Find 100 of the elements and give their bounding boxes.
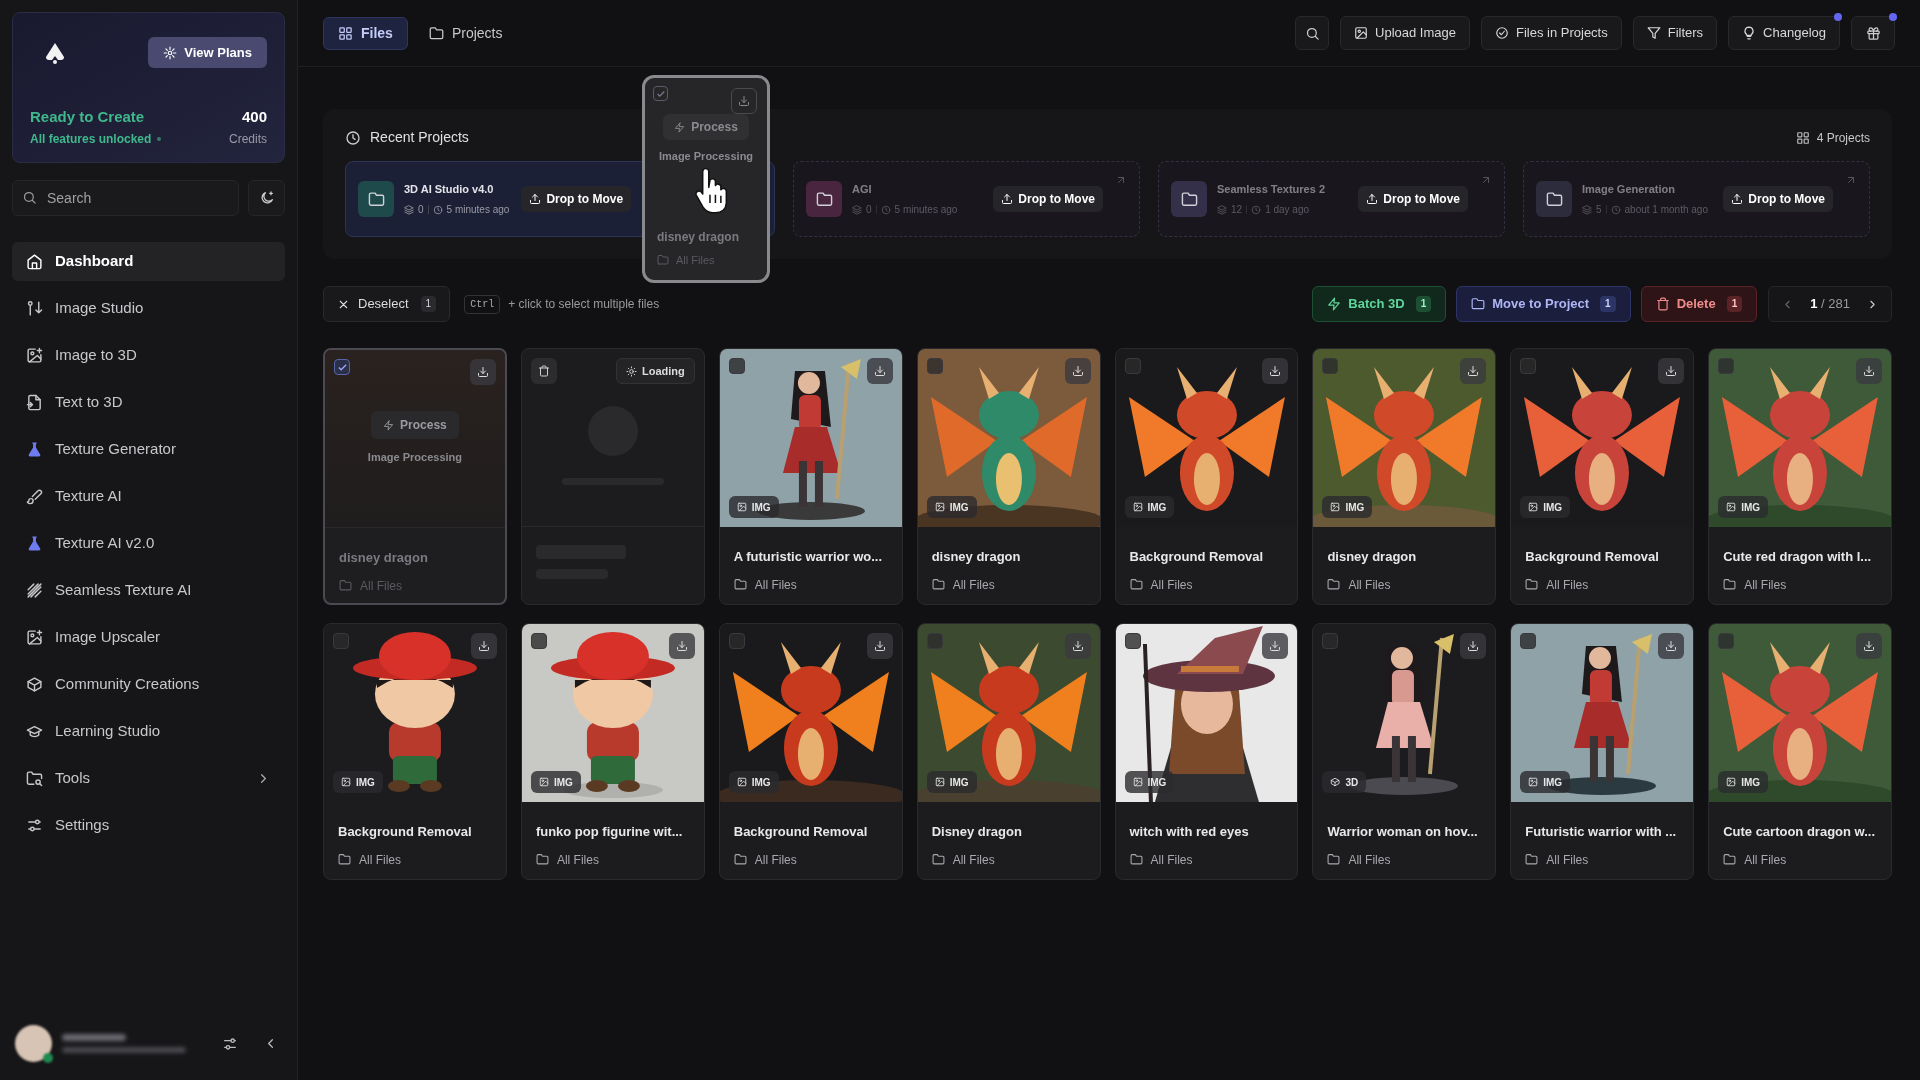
project-name: 3D AI Studio v4.0 xyxy=(404,181,495,197)
folder-icon xyxy=(733,578,747,591)
file-title: funko pop figurine wit... xyxy=(535,823,684,841)
nav-item[interactable]: Seamless Texture AI xyxy=(12,571,285,610)
download-button[interactable] xyxy=(470,633,497,659)
spinner-icon xyxy=(625,365,637,377)
nav-item[interactable]: Texture AI xyxy=(12,477,285,516)
project-card[interactable]: Seamless Textures 2 12 1 day ago Drop to Move xyxy=(1158,161,1505,237)
file-card[interactable]: IMG A futuristic warrior wo... All Files xyxy=(718,348,903,605)
nav-item[interactable]: Learning Studio xyxy=(12,712,285,751)
deselect-button[interactable]: Deselect 1 xyxy=(323,286,451,322)
image-icon xyxy=(1528,777,1539,787)
file-card[interactable]: Loading xyxy=(520,348,705,605)
file-card[interactable]: 3D Warrior woman on hov... All Files xyxy=(1312,623,1497,880)
user-avatar[interactable] xyxy=(15,1025,52,1062)
search-button[interactable] xyxy=(1295,16,1329,50)
delete-button[interactable]: Delete 1 xyxy=(1640,286,1758,322)
file-card[interactable]: IMG witch with red eyes All Files xyxy=(1114,623,1299,880)
folder-label: All Files xyxy=(360,577,402,595)
current-page: 1 xyxy=(1810,296,1818,312)
arrow-up-right-icon xyxy=(1115,174,1127,186)
process-button[interactable]: Process xyxy=(371,411,459,440)
checkbox[interactable] xyxy=(1322,358,1339,374)
checkbox[interactable] xyxy=(1520,633,1537,649)
nav-item[interactable]: Texture Generator xyxy=(12,430,285,469)
updated-time: 1 day ago xyxy=(1265,203,1310,218)
file-card[interactable]: IMG disney dragon All Files xyxy=(916,348,1101,605)
download-button[interactable] xyxy=(1460,358,1487,384)
nav-item[interactable]: Image Upscaler xyxy=(12,618,285,657)
file-card[interactable]: IMG Background Removal All Files xyxy=(718,623,903,880)
move-button[interactable]: Move to Project 1 xyxy=(1456,286,1631,322)
file-title: disney dragon xyxy=(1327,548,1418,566)
toolbar-button[interactable]: Files in Projects xyxy=(1480,16,1622,50)
download-button[interactable] xyxy=(1658,633,1685,659)
project-count: 4 Projects xyxy=(1816,129,1870,147)
folder-label: All Files xyxy=(1150,851,1193,869)
file-type-badge: IMG xyxy=(1718,496,1768,518)
tab[interactable]: Projects xyxy=(413,16,518,50)
image-plus-icon xyxy=(26,629,43,646)
nav-item[interactable]: Community Creations xyxy=(12,665,285,704)
file-card[interactable]: IMG Background Removal All Files xyxy=(323,623,507,880)
nav-item[interactable]: Texture AI v2.0 xyxy=(12,524,285,563)
view-plans-button[interactable]: View Plans xyxy=(148,37,267,68)
project-card[interactable]: AGI 0 5 minutes ago Drop to Move xyxy=(793,161,1140,237)
folder-label: All Files xyxy=(1348,576,1391,594)
file-card[interactable]: IMG Background Removal All Files xyxy=(1114,348,1299,605)
count-badge: 1 xyxy=(1726,296,1743,312)
lightning-icon xyxy=(383,419,395,431)
updated-time: 5 minutes ago xyxy=(894,203,958,218)
file-card[interactable]: IMG Futuristic warrior with ... All Files xyxy=(1510,623,1695,880)
download-button[interactable] xyxy=(1262,358,1289,384)
download-button[interactable] xyxy=(1460,633,1487,659)
checkbox[interactable] xyxy=(334,359,350,375)
file-card[interactable]: IMG Cute red dragon with l... All Files xyxy=(1708,348,1892,605)
gift-button[interactable] xyxy=(1851,16,1895,50)
download-button[interactable] xyxy=(1064,633,1091,659)
clock-icon xyxy=(432,204,443,215)
folder-icon xyxy=(1180,190,1198,208)
download-button[interactable] xyxy=(1856,633,1882,659)
credits-label: Credits xyxy=(229,131,267,148)
project-card[interactable]: Image Generation 5 about 1 month ago Drop to Move xyxy=(1523,161,1870,237)
download-button[interactable] xyxy=(866,633,893,659)
file-card[interactable]: Process Image Processing disney dragon All Files xyxy=(323,348,507,605)
file-type-badge: IMG xyxy=(728,496,779,518)
download-button[interactable] xyxy=(469,359,496,385)
checkbox[interactable] xyxy=(1322,633,1339,649)
download-button[interactable] xyxy=(1262,633,1289,659)
tab[interactable]: Files xyxy=(323,16,408,50)
checkbox[interactable] xyxy=(333,633,349,649)
toolbar-button[interactable]: Changelog xyxy=(1728,16,1840,50)
file-card[interactable]: IMG Background Removal All Files xyxy=(1510,348,1695,605)
download-button[interactable] xyxy=(668,633,695,659)
nav-item[interactable]: Text to 3D xyxy=(12,383,285,422)
theme-toggle-button[interactable] xyxy=(248,180,285,216)
download-button[interactable] xyxy=(1658,358,1685,384)
file-card[interactable]: IMG funko pop figurine wit... All Files xyxy=(520,623,705,880)
toolbar-button[interactable]: Upload Image xyxy=(1340,16,1470,50)
file-card[interactable]: IMG Disney dragon All Files xyxy=(916,623,1101,880)
batch-button[interactable]: Batch 3D 1 xyxy=(1312,286,1447,322)
file-title: disney dragon xyxy=(339,549,429,567)
folder-icon xyxy=(535,853,549,866)
download-button[interactable] xyxy=(1064,358,1091,384)
nav-item[interactable]: Tools xyxy=(12,759,285,798)
file-type-badge: IMG xyxy=(1520,496,1571,518)
file-card[interactable]: IMG Cute cartoon dragon w... All Files xyxy=(1708,623,1892,880)
search-field[interactable]: Search xyxy=(12,180,239,216)
nav-item[interactable]: Dashboard xyxy=(12,242,285,281)
nav-item[interactable]: Image to 3D xyxy=(12,336,285,375)
toolbar-button[interactable]: Filters xyxy=(1632,16,1718,50)
hint-text: + click to select multiple files xyxy=(508,296,660,313)
nav-item[interactable]: Image Studio xyxy=(12,289,285,328)
delete-button[interactable] xyxy=(530,358,557,384)
checkbox[interactable] xyxy=(1718,358,1735,374)
nav-item[interactable]: Settings xyxy=(12,806,285,845)
file-card[interactable]: IMG disney dragon All Files xyxy=(1312,348,1497,605)
download-button[interactable] xyxy=(866,358,893,384)
file-type-badge: IMG xyxy=(926,771,977,793)
download-button[interactable] xyxy=(1856,358,1882,384)
checkbox[interactable] xyxy=(1520,358,1537,374)
checkbox[interactable] xyxy=(1718,633,1735,649)
